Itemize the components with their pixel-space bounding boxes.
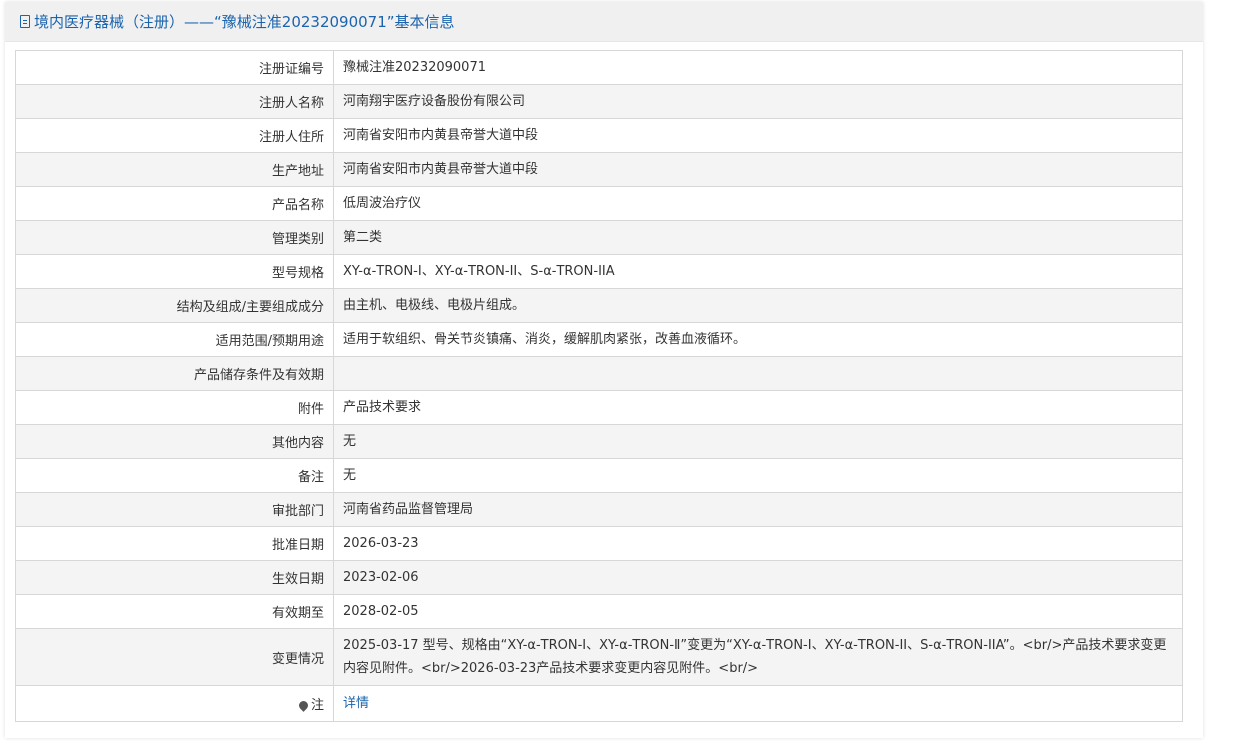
note-value-cell: 详情 [333,685,1183,722]
table-row: 其他内容 无 [15,424,1183,459]
row-label: 附件 [15,390,334,425]
table-row: 产品储存条件及有效期 [15,356,1183,391]
document-icon [20,15,30,28]
row-label: 生产地址 [15,152,334,187]
row-label: 产品名称 [15,186,334,221]
row-label: 结构及组成/主要组成成分 [15,288,334,323]
pin-icon [297,699,310,712]
row-label: 生效日期 [15,560,334,595]
row-label: 适用范围/预期用途 [15,322,334,357]
table-row: 注册证编号 豫械注准20232090071 [15,50,1183,85]
detail-link[interactable]: 详情 [343,696,369,711]
row-label: 注册人住所 [15,118,334,153]
row-value: XY-α-TRON-I、XY-α-TRON-II、S-α-TRON-IIA [333,254,1183,289]
row-value: 低周波治疗仪 [333,186,1183,221]
row-value: 河南省药品监督管理局 [333,492,1183,527]
row-label: 型号规格 [15,254,334,289]
row-value: 由主机、电极线、电极片组成。 [333,288,1183,323]
row-value: 第二类 [333,220,1183,255]
table-row: 附件 产品技术要求 [15,390,1183,425]
note-label: 注 [310,698,324,713]
row-label: 产品储存条件及有效期 [15,356,334,391]
info-table: 注册证编号 豫械注准20232090071 注册人名称 河南翔宇医疗设备股份有限… [15,50,1183,722]
row-label: 注册证编号 [15,50,334,85]
row-value: 无 [333,424,1183,459]
row-label: 审批部门 [15,492,334,527]
table-row: 备注 无 [15,458,1183,493]
row-value: 河南省安阳市内黄县帝誉大道中段 [333,118,1183,153]
row-label: 管理类别 [15,220,334,255]
note-label-cell: 注 [15,685,334,722]
table-row: 注册人名称 河南翔宇医疗设备股份有限公司 [15,84,1183,119]
row-value: 无 [333,458,1183,493]
table-row: 生效日期 2023-02-06 [15,560,1183,595]
row-label: 变更情况 [15,628,334,686]
row-value: 豫械注准20232090071 [333,50,1183,85]
table-row: 型号规格 XY-α-TRON-I、XY-α-TRON-II、S-α-TRON-I… [15,254,1183,289]
row-value: 2023-02-06 [333,560,1183,595]
table-row: 结构及组成/主要组成成分 由主机、电极线、电极片组成。 [15,288,1183,323]
row-value: 2026-03-23 [333,526,1183,561]
row-label: 备注 [15,458,334,493]
page-title: 境内医疗器械（注册）——“豫械注准20232090071”基本信息 [34,13,455,31]
table-row: 产品名称 低周波治疗仪 [15,186,1183,221]
table-row: 批准日期 2026-03-23 [15,526,1183,561]
table-row: 注册人住所 河南省安阳市内黄县帝誉大道中段 [15,118,1183,153]
table-row: 变更情况 2025-03-17 型号、规格由“XY-α-TRON-Ⅰ、XY-α-… [15,628,1183,686]
row-value: 2025-03-17 型号、规格由“XY-α-TRON-Ⅰ、XY-α-TRON-… [333,628,1183,686]
row-value: 河南省安阳市内黄县帝誉大道中段 [333,152,1183,187]
row-label: 其他内容 [15,424,334,459]
note-row: 注 详情 [15,685,1183,722]
table-row: 管理类别 第二类 [15,220,1183,255]
row-value [333,356,1183,391]
row-value: 2028-02-05 [333,594,1183,629]
panel-header: 境内医疗器械（注册）——“豫械注准20232090071”基本信息 [5,2,1203,42]
row-value: 河南翔宇医疗设备股份有限公司 [333,84,1183,119]
row-label: 注册人名称 [15,84,334,119]
row-value: 产品技术要求 [333,390,1183,425]
table-row: 有效期至 2028-02-05 [15,594,1183,629]
table-row: 审批部门 河南省药品监督管理局 [15,492,1183,527]
row-label: 有效期至 [15,594,334,629]
row-value: 适用于软组织、骨关节炎镇痛、消炎，缓解肌肉紧张，改善血液循环。 [333,322,1183,357]
row-label: 批准日期 [15,526,334,561]
table-row: 生产地址 河南省安阳市内黄县帝誉大道中段 [15,152,1183,187]
table-row: 适用范围/预期用途 适用于软组织、骨关节炎镇痛、消炎，缓解肌肉紧张，改善血液循环… [15,322,1183,357]
